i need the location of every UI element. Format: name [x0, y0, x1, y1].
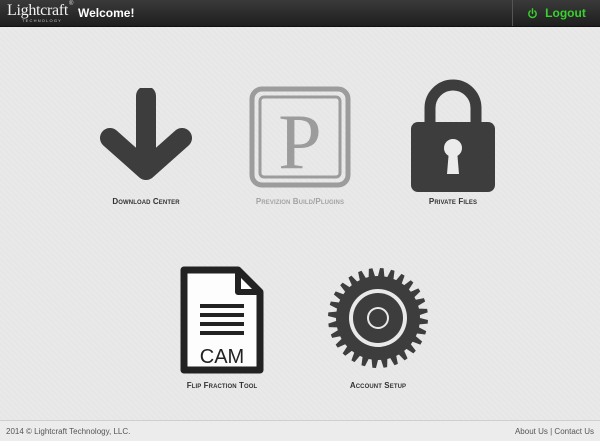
gear-icon: [328, 268, 428, 368]
footer-separator: |: [550, 427, 553, 436]
tile-label-flip-fraction-tool: Flip Fraction Tool: [186, 381, 258, 390]
lightcraft-logo[interactable]: Lightcraft ® TECHNOLOGY: [7, 1, 73, 25]
tile-flip-fraction-tool[interactable]: CAM Flip Fraction Tool: [162, 264, 282, 394]
logout-button[interactable]: Logout: [512, 0, 600, 26]
cam-document-icon: CAM: [180, 266, 264, 374]
logo-registered-mark: ®: [69, 1, 74, 7]
padlock-icon: [411, 79, 495, 192]
previzion-p-icon: P: [249, 86, 351, 188]
tile-label-account-setup: Account Setup: [349, 381, 407, 390]
footer-links: About Us | Contact Us: [515, 427, 594, 436]
logo-subtext: TECHNOLOGY: [22, 18, 63, 23]
welcome-text: Welcome!: [78, 6, 135, 20]
copyright-text: 2014 © Lightcraft Technology, LLC.: [6, 427, 131, 436]
tile-label-download-center: Download Center: [112, 197, 180, 206]
tile-label-previzion-build-plugins: Previzion Build/Plugins: [255, 197, 345, 206]
tile-download-center[interactable]: Download Center: [86, 82, 206, 212]
footer: 2014 © Lightcraft Technology, LLC. About…: [0, 420, 600, 441]
tile-account-setup[interactable]: Account Setup: [318, 264, 438, 394]
tile-private-files[interactable]: Private Files: [393, 76, 513, 212]
power-icon: [528, 7, 538, 18]
about-us-link[interactable]: About Us: [515, 427, 548, 436]
tile-label-private-files: Private Files: [428, 197, 478, 206]
previzion-p-glyph: P: [278, 98, 321, 185]
top-bar: Lightcraft ® TECHNOLOGY Welcome! Logout: [0, 0, 600, 27]
logout-label: Logout: [545, 6, 586, 20]
contact-us-link[interactable]: Contact Us: [554, 427, 594, 436]
download-arrow-icon: [100, 88, 192, 180]
tile-previzion-build-plugins[interactable]: P Previzion Build/Plugins: [230, 82, 370, 212]
cam-text: CAM: [200, 346, 244, 368]
